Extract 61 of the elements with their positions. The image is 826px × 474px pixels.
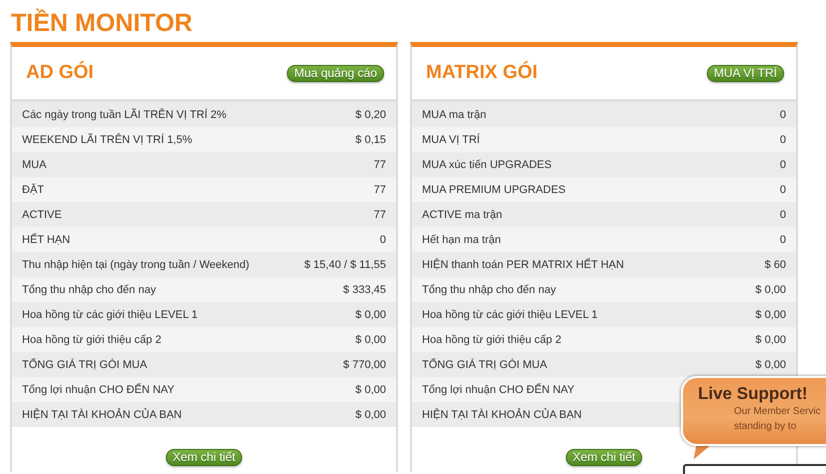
row-label: Hoa hồng từ các giới thiệu LEVEL 1 xyxy=(22,308,198,320)
row-label: MUA xúc tiến UPGRADES xyxy=(422,158,552,170)
row-label: MUA xyxy=(22,158,46,170)
row-value: 0 xyxy=(780,208,786,220)
panel-title: MATRIX GÓI xyxy=(426,62,538,84)
row-value: $ 60 xyxy=(764,258,786,270)
row-value: $ 333,45 xyxy=(343,284,386,296)
row-value: $ 0,15 xyxy=(355,134,386,146)
page-title: TIỀN MONITOR xyxy=(10,8,194,39)
row-value: $ 0,00 xyxy=(755,358,786,370)
live-support-text: Our Member Servic xyxy=(733,405,822,419)
row-label: Tổng lợi nhuận CHO ĐẾN NAY xyxy=(22,384,175,396)
row-value: 0 xyxy=(780,234,786,246)
row-label: TỔNG GIÁ TRỊ GÓI MUA xyxy=(422,358,548,370)
row-value: $ 0,00 xyxy=(355,334,386,346)
row-value: 77 xyxy=(374,184,386,196)
row-value: 0 xyxy=(780,184,786,196)
buy-button[interactable]: MUA VỊ TRÍ xyxy=(706,64,784,82)
row-label: HẾT HẠN xyxy=(22,234,70,246)
row-value: 0 xyxy=(780,108,786,120)
row-value: $ 0,00 xyxy=(755,308,786,320)
row-value: $ 15,40 / $ 11,55 xyxy=(304,258,386,270)
row-value: $ 770,00 xyxy=(343,358,386,370)
live-support-text: standing by to xyxy=(733,420,798,434)
row-label: Hoa hồng từ giới thiệu cấp 2 xyxy=(422,334,562,346)
row-label: WEEKEND LÃI TRÊN VỊ TRÍ 1,5% xyxy=(22,134,192,146)
row-label: Thu nhập hiện tại (ngày trong tuần / Weekend) xyxy=(22,258,250,270)
row-value: $ 0,00 xyxy=(755,334,786,346)
row-label: MUA PREMIUM UPGRADES xyxy=(422,184,566,196)
row-value: 0 xyxy=(780,134,786,146)
row-label: MUA VỊ TRÍ xyxy=(422,134,480,146)
row-value: $ 0,00 xyxy=(355,308,386,320)
row-label: Các ngày trong tuần LÃI TRÊN VỊ TRÍ 2% xyxy=(22,108,226,120)
live-support-bubble[interactable]: Live Support! Our Member Servic standing by to xyxy=(681,376,826,446)
panel-title: AD GÓI xyxy=(26,62,94,84)
row-label: Tổng thu nhập cho đến nay xyxy=(22,284,156,296)
row-value: 77 xyxy=(374,208,386,220)
row-label: ACTIVE ma trận xyxy=(422,208,502,220)
row-label: ACTIVE xyxy=(22,208,62,220)
row-label: Tổng lợi nhuận CHO ĐẾN NAY xyxy=(422,384,575,396)
row-label: TỔNG GIÁ TRỊ GÓI MUA xyxy=(22,358,148,370)
row-value: $ 0,00 xyxy=(755,284,786,296)
row-value: $ 0,00 xyxy=(355,408,386,420)
row-value: 77 xyxy=(374,158,386,170)
row-value: $ 0,00 xyxy=(355,384,386,396)
row-label: Hết hạn ma trận xyxy=(422,234,501,246)
details-button[interactable]: Xem chi tiết xyxy=(166,449,242,466)
row-label: HIỆN TẠI TÀI KHOẢN CỦA BẠN xyxy=(22,408,182,420)
row-label: MUA ma trận xyxy=(422,108,486,120)
row-value: 0 xyxy=(780,158,786,170)
row-label: HIỆN thanh toán PER MATRIX HẾT HẠN xyxy=(422,258,624,270)
row-label: Tổng thu nhập cho đến nay xyxy=(422,284,556,296)
row-value: $ 0,20 xyxy=(355,108,386,120)
live-support-title: Live Support! xyxy=(698,384,809,404)
row-label: HIỆN TẠI TÀI KHOẢN CỦA BẠN xyxy=(422,408,582,420)
row-value: 0 xyxy=(380,234,386,246)
row-label: Hoa hồng từ các giới thiệu LEVEL 1 xyxy=(422,308,598,320)
row-label: ĐẶT xyxy=(22,184,44,196)
buy-button[interactable]: Mua quảng cáo xyxy=(287,64,384,82)
details-button[interactable]: Xem chi tiết xyxy=(566,449,642,466)
row-label: Hoa hồng từ giới thiệu cấp 2 xyxy=(22,334,162,346)
